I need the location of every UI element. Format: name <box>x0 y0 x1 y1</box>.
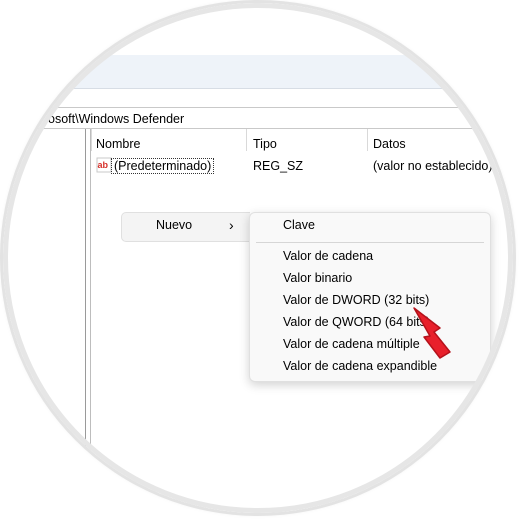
submenu-item-valor-cadena-multiple[interactable]: Valor de cadena múltiple <box>283 334 420 354</box>
menu-item-nuevo[interactable]: Nuevo <box>156 215 192 235</box>
value-data: (valor no establecido) <box>373 159 493 173</box>
tree-pane[interactable] <box>3 129 86 513</box>
submenu-item-valor-binario[interactable]: Valor binario <box>283 268 352 288</box>
value-name[interactable]: (Predeterminado) <box>111 158 215 174</box>
column-separator <box>91 129 92 151</box>
address-bar[interactable]: osoft\Windows Defender <box>3 107 513 129</box>
chevron-right-icon: › <box>229 217 234 233</box>
menu-bar <box>3 55 513 89</box>
column-header-name[interactable]: Nombre <box>96 133 140 155</box>
menu-separator <box>256 242 484 243</box>
submenu-item-clave[interactable]: Clave <box>283 215 315 235</box>
table-row-name[interactable]: (Predeterminado) <box>111 156 215 176</box>
value-type: REG_SZ <box>253 159 304 173</box>
reg-icon-letters: ab <box>98 160 109 170</box>
reg-string-icon: ab <box>96 157 112 173</box>
submenu-item-valor-cadena[interactable]: Valor de cadena <box>283 246 373 266</box>
pointer-arrow-icon <box>413 307 451 359</box>
magnified-viewport: osoft\Windows Defender Nombre Tipo Datos… <box>3 3 513 513</box>
column-header-data[interactable]: Datos <box>373 133 406 155</box>
title-bar <box>3 3 513 55</box>
column-separator[interactable] <box>367 129 368 151</box>
address-path: osoft\Windows Defender <box>48 112 185 126</box>
column-separator[interactable] <box>246 129 247 151</box>
column-header-type[interactable]: Tipo <box>253 133 277 155</box>
